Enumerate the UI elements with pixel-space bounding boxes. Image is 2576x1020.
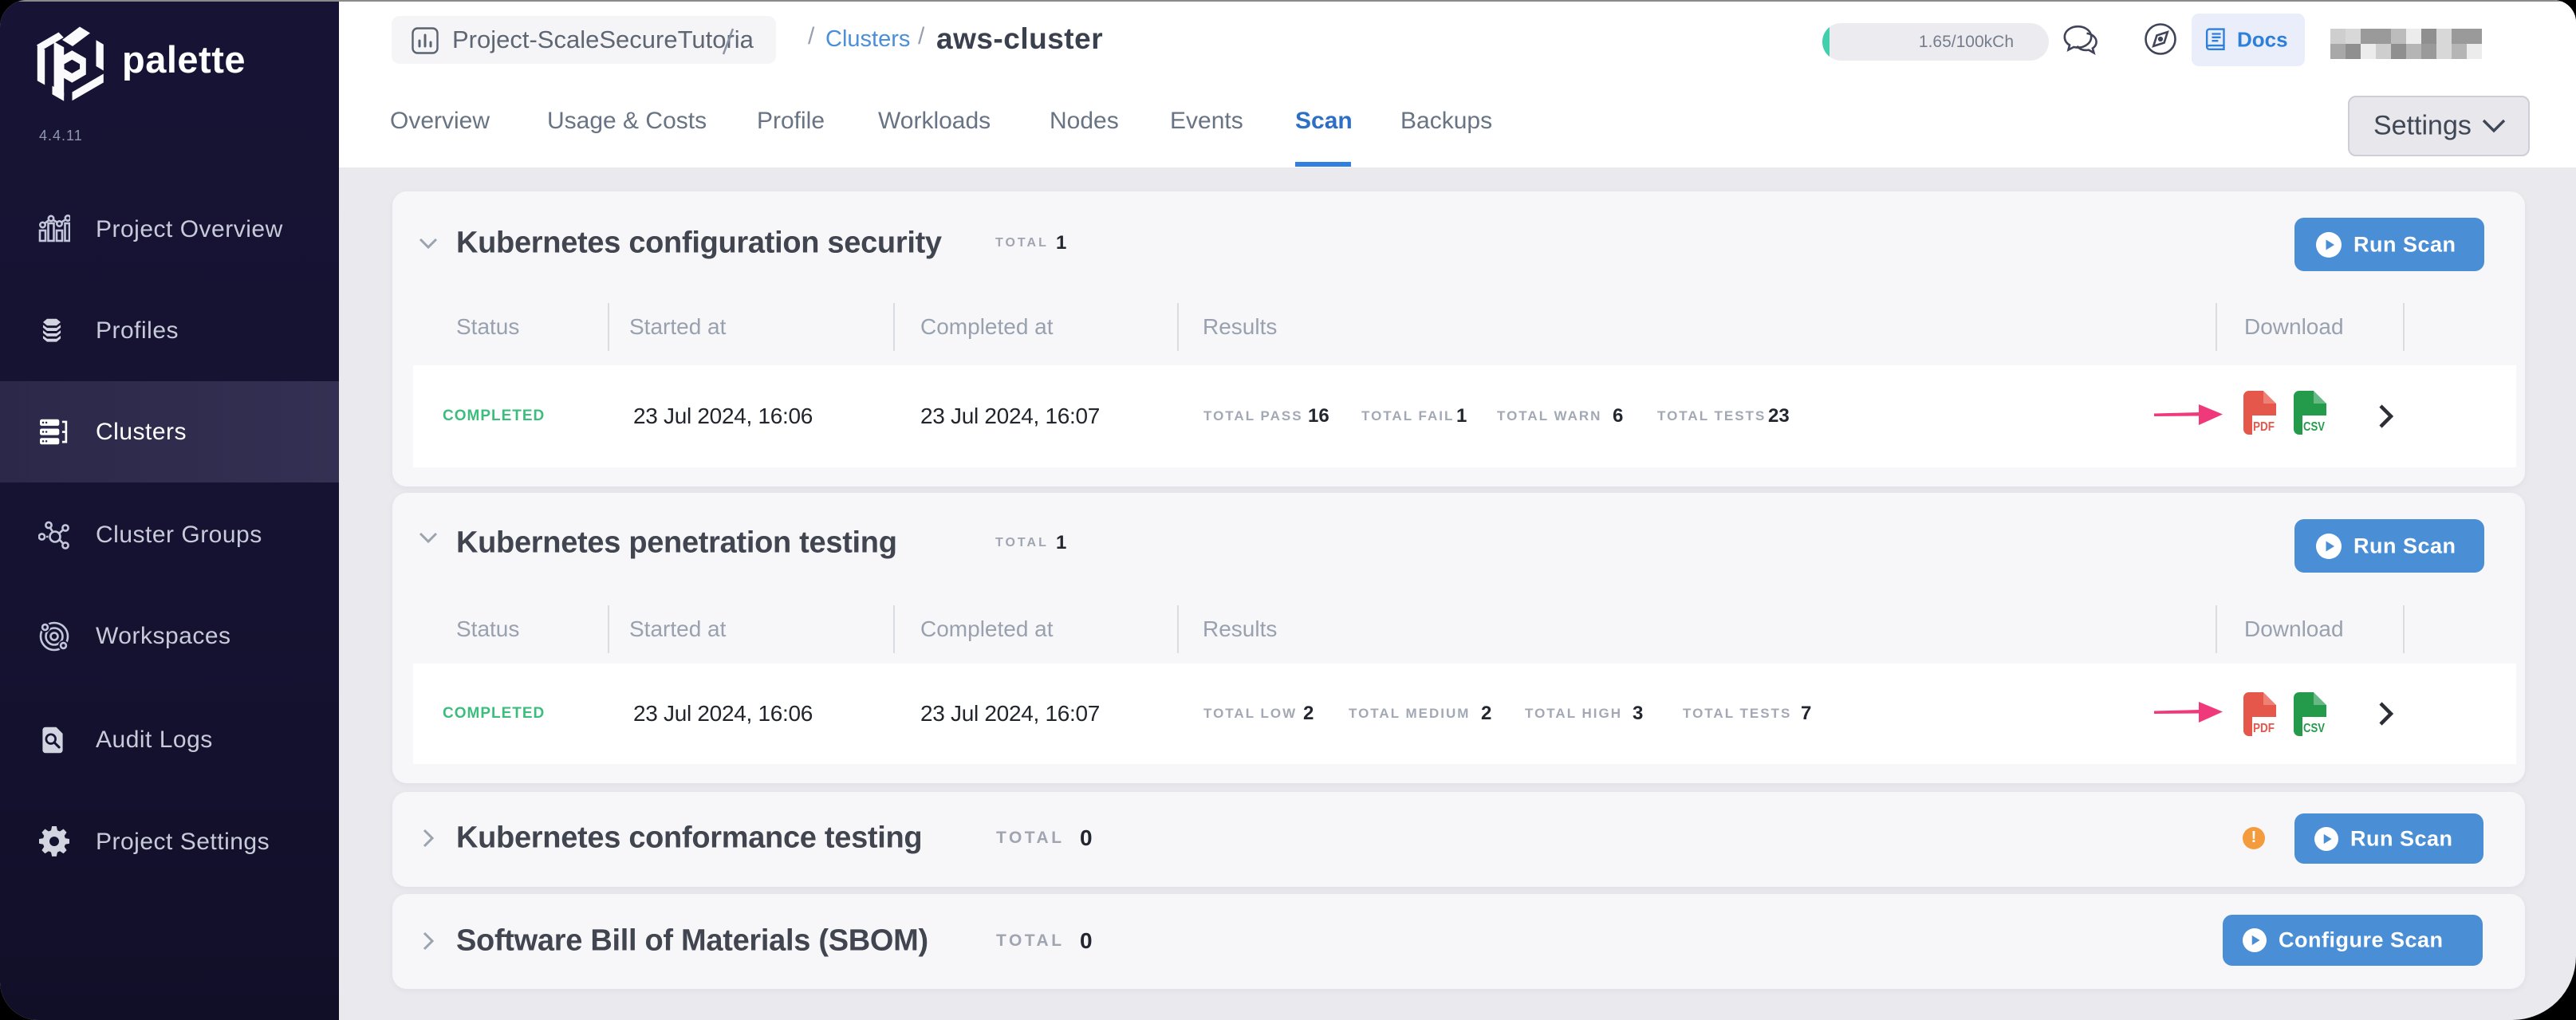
svg-text:PDF: PDF [2253,722,2275,735]
svg-text:CSV: CSV [2303,722,2325,735]
svg-text:PDF: PDF [2253,420,2275,434]
svg-text:CSV: CSV [2303,420,2325,434]
